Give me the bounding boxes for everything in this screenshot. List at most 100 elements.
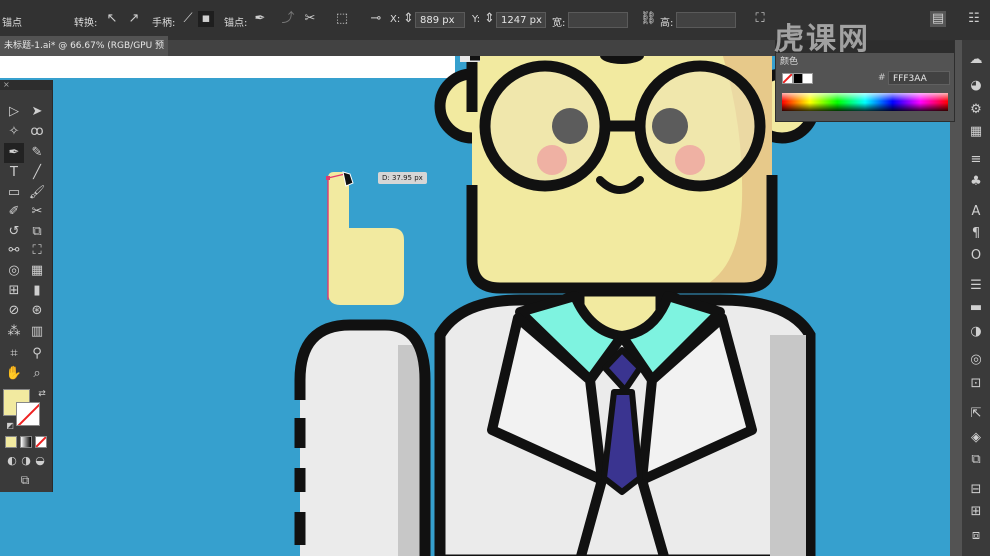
free-transform-tool-icon[interactable]: ⛶ [27,241,47,261]
watermark: 虎课网 [774,22,870,57]
artboard-tool-icon[interactable]: ⌗ [4,344,24,364]
graphic-styles-icon[interactable]: ⊡ [966,374,986,394]
selection-tool-icon[interactable]: ▷ [4,102,24,122]
panel-white-swatch[interactable] [802,73,813,84]
y-stepper-icon[interactable]: ⇕ [484,11,495,27]
x-field[interactable]: 889 px [415,12,465,28]
type-tool-icon[interactable]: T [4,163,24,183]
color-mode-icon[interactable] [5,436,17,448]
left-eye [552,108,588,144]
symbol-sprayer-tool-icon[interactable]: ⁂ [4,322,24,342]
show-handles-icon[interactable]: ⟋ [180,11,196,27]
eyedropper-tool-icon[interactable]: ⊘ [4,301,24,321]
y-field[interactable]: 1247 px [496,12,546,28]
color-panel-icon[interactable]: ◕ [966,76,986,96]
align-select-icon[interactable]: ⬚ [334,11,350,27]
brushes-icon[interactable]: ≡ [966,150,986,170]
arrange-documents-icon[interactable]: ☷ [966,11,982,27]
y-label: Y: [472,14,481,25]
pathfinder-icon[interactable]: ⧈ [966,526,986,546]
artboard-edge [0,56,455,78]
swap-colors-icon[interactable]: ⇄ [32,384,52,404]
convert-corner-icon[interactable]: ↖ [104,11,120,27]
gradient-mode-icon[interactable] [20,436,32,448]
line-tool-icon[interactable]: ╱ [27,163,47,183]
anchor-point[interactable] [326,176,330,180]
height-field[interactable] [676,12,736,28]
blend-tool-icon[interactable]: ⊛ [27,301,47,321]
panel-dock: ☁ ◕ ⚙ ▦ ≡ ♣ A ¶ O ☰ ▬ ◑ ◎ ⊡ ⇱ ◈ ⧉ ⊟ ⊞ ⧈ [962,40,990,556]
export-icon[interactable]: ⇱ [966,404,986,424]
anchor-point-icon[interactable]: ⊸ [368,11,384,27]
handle-label: 手柄: [152,18,176,29]
left-arm-shade [398,345,423,556]
width-tool-icon[interactable]: ⚯ [4,241,24,261]
curvature-tool-icon[interactable]: ✎ [27,143,47,163]
hex-prefix: # [878,73,886,83]
lasso-tool-icon[interactable]: ꝏ [27,122,47,142]
opentype-icon[interactable]: O [966,246,986,266]
gradient-panel-icon[interactable]: ▬ [966,298,986,318]
column-graph-tool-icon[interactable]: ▥ [27,322,47,342]
hide-handles-icon[interactable]: ▪ [198,11,214,27]
shape-builder-tool-icon[interactable]: ◎ [4,261,24,281]
stroke-icon[interactable]: ☰ [966,276,986,296]
default-colors-icon[interactable]: ◩ [0,416,20,436]
appearance-icon[interactable]: ◎ [966,350,986,370]
layers-icon[interactable]: ◈ [966,428,986,448]
libraries-icon[interactable]: ☁ [966,50,986,70]
document-tab[interactable]: 未标题-1.ai* @ 66.67% (RGB/GPU 预览) × [0,36,168,71]
tools-panel-header[interactable]: × [0,80,52,90]
width-field[interactable] [568,12,628,28]
distance-tooltip: D: 37.95 px [378,172,427,184]
transform-panel-icon[interactable]: ⊞ [966,502,986,522]
coat-shade [770,335,806,556]
right-eye [652,108,688,144]
symbols-icon[interactable]: ♣ [966,172,986,192]
x-label: X: [390,14,401,25]
zoom-tool-icon[interactable]: ⌕ [27,364,47,384]
screen-mode-icon[interactable]: ⧉ [15,470,35,490]
hand-tool-icon[interactable]: ✋ [4,364,24,384]
connect-anchor-icon[interactable]: ⤴ [280,11,296,27]
mode-label: 锚点 [2,18,22,29]
draw-inside-icon[interactable]: ◒ [30,451,50,471]
paragraph-icon[interactable]: ¶ [966,224,986,244]
scale-tool-icon[interactable]: ⧉ [27,222,47,242]
color-guide-icon[interactable]: ⚙ [966,100,986,120]
shaper-tool-icon[interactable]: ✐ [4,202,24,222]
character-icon[interactable]: A [966,202,986,222]
artboards-icon[interactable]: ⧉ [966,450,986,470]
scissors-tool-icon[interactable]: ✂ [27,202,47,222]
constrain-link-icon[interactable]: ⛓ [640,11,657,27]
artboard-canvas[interactable]: D: 37.95 px [0,56,950,556]
swatches-icon[interactable]: ▦ [966,122,986,142]
cut-path-icon[interactable]: ✂ [302,11,318,27]
left-cheek [537,145,567,175]
transform-icon[interactable]: ⛶ [752,11,768,27]
color-spectrum[interactable] [782,93,948,111]
remove-anchor-icon[interactable]: ✒ [252,11,268,27]
slice-tool-icon[interactable]: ⚲ [27,344,47,364]
hex-input[interactable]: FFF3AA [888,71,950,85]
mesh-tool-icon[interactable]: ⊞ [4,281,24,301]
height-label: 高: [660,18,674,29]
gradient-tool-icon[interactable]: ▮ [27,281,47,301]
x-stepper-icon[interactable]: ⇕ [403,11,414,27]
magic-wand-tool-icon[interactable]: ✧ [4,122,24,142]
rectangle-tool-icon[interactable]: ▭ [4,183,24,203]
panel-none-swatch[interactable] [782,73,793,84]
transparency-icon[interactable]: ◑ [966,322,986,342]
convert-label: 转换: [74,18,98,29]
paintbrush-tool-icon[interactable]: 🖌 [27,183,47,203]
thumb-shape [328,172,404,305]
align-icon[interactable]: ⊟ [966,480,986,500]
none-slash-icon [17,403,39,425]
none-mode-icon[interactable] [35,436,47,448]
convert-smooth-icon[interactable]: ↗ [126,11,142,27]
rotate-tool-icon[interactable]: ↺ [4,222,24,242]
perspective-grid-tool-icon[interactable]: ▦ [27,261,47,281]
pen-tool-icon[interactable]: ✒ [4,143,24,163]
direct-selection-tool-icon[interactable]: ➤ [27,102,47,122]
isolate-icon[interactable]: ▤ [930,11,946,27]
